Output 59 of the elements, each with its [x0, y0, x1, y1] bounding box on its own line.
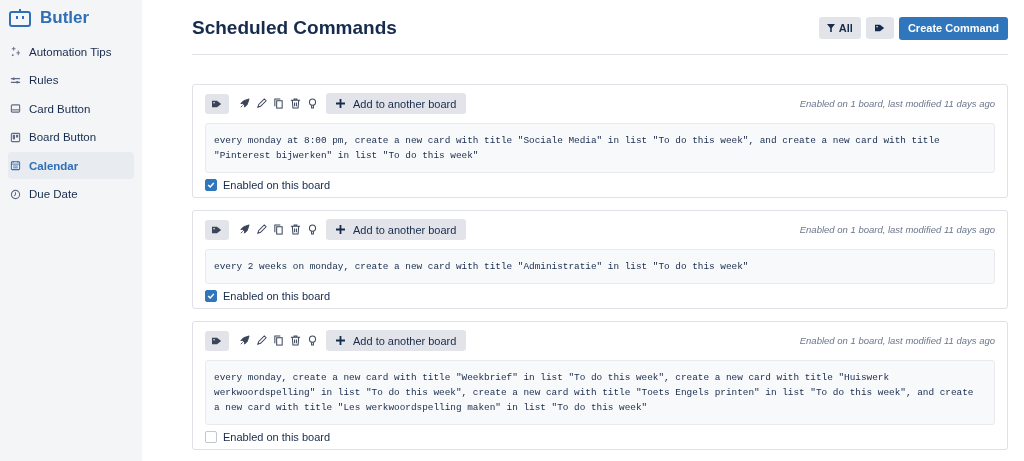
- plus-icon: [336, 99, 345, 108]
- status-text: Enabled on 1 board, last modified 11 days ago: [799, 335, 995, 346]
- command-text: every monday at 8:00 pm, create a new card with title "Sociale Media" in list "To do this week", and create a new card with title "Pinterest bijwerken" in list "To do this week": [205, 123, 995, 173]
- create-command-button[interactable]: Create Command: [898, 16, 1008, 40]
- pencil-icon[interactable]: [256, 98, 267, 109]
- copy-icon[interactable]: [273, 224, 284, 235]
- tag-icon: [211, 224, 223, 235]
- checkbox[interactable]: [205, 179, 217, 191]
- trash-icon[interactable]: [290, 98, 301, 109]
- checkbox[interactable]: [205, 431, 217, 443]
- sliders-icon: [10, 74, 21, 86]
- sidebar-item[interactable]: Board Button: [8, 123, 134, 151]
- tag-icon: [211, 98, 223, 109]
- lightbulb-icon[interactable]: [307, 335, 318, 346]
- clock-icon: [10, 188, 21, 200]
- page-title: Scheduled Commands: [192, 17, 398, 39]
- label-button[interactable]: [205, 330, 229, 351]
- pencil-icon[interactable]: [256, 224, 267, 235]
- copy-icon[interactable]: [273, 335, 284, 346]
- command-text: every 2 weeks on monday, create a new card with title "Administratie" in list "To do this week": [205, 249, 995, 284]
- trash-icon[interactable]: [290, 224, 301, 235]
- status-text: Enabled on 1 board, last modified 11 days ago: [799, 98, 995, 109]
- robot-icon: [8, 9, 32, 27]
- label-button[interactable]: [205, 219, 229, 240]
- tag-icon: [211, 335, 223, 346]
- checkbox[interactable]: [205, 290, 217, 302]
- checkbox-label: Enabled on this board: [223, 290, 331, 302]
- pencil-icon[interactable]: [256, 335, 267, 346]
- filter-icon: [826, 23, 835, 32]
- plus-icon: [336, 225, 345, 234]
- sidebar-item[interactable]: Calendar: [8, 152, 134, 179]
- filter-button[interactable]: All: [818, 16, 861, 39]
- app-title: Butler: [40, 8, 90, 28]
- rocket-icon[interactable]: [239, 335, 250, 346]
- calendar-icon: [10, 160, 21, 171]
- add-to-board-button[interactable]: Add to another board: [326, 93, 467, 114]
- board-icon: [10, 131, 21, 143]
- card-icon: [10, 103, 21, 114]
- plus-icon: [336, 336, 345, 345]
- sidebar-item[interactable]: Card Button: [8, 95, 134, 122]
- sidebar-item[interactable]: Due Date: [8, 180, 134, 208]
- checkbox-label: Enabled on this board: [223, 431, 331, 443]
- tag-icon: [873, 22, 886, 33]
- lightbulb-icon[interactable]: [307, 224, 318, 235]
- sidebar-item[interactable]: Rules: [8, 66, 134, 94]
- labels-button[interactable]: [865, 16, 894, 39]
- trash-icon[interactable]: [290, 335, 301, 346]
- add-to-board-button[interactable]: Add to another board: [326, 330, 467, 351]
- checkbox-label: Enabled on this board: [223, 179, 331, 191]
- command-text: every monday, create a new card with title "Weekbrief" in list "To do this week", create a new card with title "Huiswerk werkwoordspelling" in list "To do this week", create a new card with title "Toets Engels printen" in list "To do this week", and create a new card with title "Les werkwoordspelling maken" in list "To do this week": [205, 360, 995, 425]
- rocket-icon[interactable]: [239, 224, 250, 235]
- copy-icon[interactable]: [273, 98, 284, 109]
- sparkle-icon: [10, 46, 21, 57]
- status-text: Enabled on 1 board, last modified 11 days ago: [799, 224, 995, 235]
- lightbulb-icon[interactable]: [307, 98, 318, 109]
- label-button[interactable]: [205, 93, 229, 114]
- add-to-board-button[interactable]: Add to another board: [326, 219, 467, 240]
- sidebar-item[interactable]: Automation Tips: [8, 38, 134, 65]
- rocket-icon[interactable]: [239, 98, 250, 109]
